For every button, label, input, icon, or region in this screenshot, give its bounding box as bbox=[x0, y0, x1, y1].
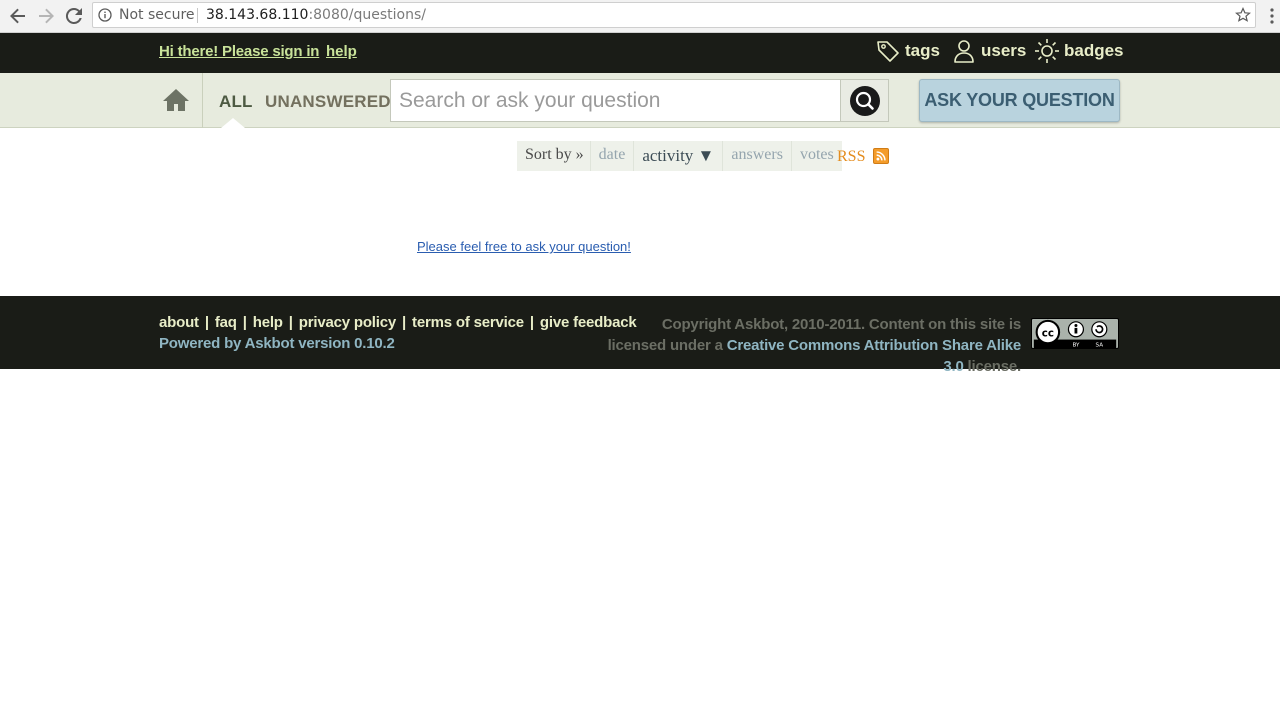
cc-sa-text: SA bbox=[1096, 343, 1104, 349]
nav-tags[interactable]: tags bbox=[875, 38, 940, 64]
copyright-suffix: license. bbox=[963, 358, 1022, 375]
scope-unanswered-tab[interactable]: UNANSWERED bbox=[265, 92, 391, 112]
cc-license-badge[interactable]: cc BY SA bbox=[1031, 318, 1119, 349]
address-bar[interactable]: Not secure 38.143.68.110:8080/questions/ bbox=[92, 2, 1256, 28]
browser-chrome: Not secure 38.143.68.110:8080/questions/ bbox=[0, 0, 1280, 33]
tag-icon bbox=[877, 41, 899, 62]
sort-tab-answers[interactable]: answers bbox=[722, 141, 791, 171]
active-scope-caret bbox=[221, 118, 245, 128]
cc-by-text: BY bbox=[1072, 343, 1080, 349]
badge-icon bbox=[1035, 39, 1059, 63]
footer-help-link[interactable]: help bbox=[253, 314, 283, 331]
footer-privacy-link[interactable]: privacy policy bbox=[299, 314, 396, 331]
scope-all-tab[interactable]: ALL bbox=[219, 92, 253, 112]
divider bbox=[197, 8, 198, 23]
copyright-text: Copyright Askbot, 2010-2011. Content on … bbox=[601, 314, 1022, 377]
reload-button[interactable] bbox=[62, 4, 86, 28]
url-text[interactable]: 38.143.68.110:8080/questions/ bbox=[206, 7, 426, 23]
forward-button[interactable] bbox=[34, 4, 58, 28]
nav-tags-label: tags bbox=[905, 41, 940, 60]
security-label: Not secure bbox=[119, 7, 195, 23]
ask-question-button[interactable]: ASK YOUR QUESTION bbox=[919, 79, 1120, 122]
user-icon bbox=[954, 40, 974, 63]
sort-tab-date[interactable]: date bbox=[589, 141, 634, 171]
url-host: 38.143.68.110 bbox=[206, 7, 309, 23]
sort-label: Sort by » bbox=[517, 141, 590, 171]
info-icon[interactable] bbox=[98, 8, 112, 22]
empty-ask-link[interactable]: Please feel free to ask your question! bbox=[417, 239, 631, 254]
powered-by[interactable]: Powered by Askbot version 0.10.2 bbox=[159, 335, 395, 352]
rss-icon[interactable] bbox=[873, 148, 889, 164]
help-link[interactable]: help bbox=[326, 43, 357, 60]
divider: | bbox=[288, 314, 293, 331]
home-icon[interactable] bbox=[162, 87, 190, 113]
search-icon bbox=[849, 85, 880, 116]
nav-users-label: users bbox=[981, 41, 1027, 60]
cc-badge-text: cc bbox=[1042, 327, 1054, 339]
nav-users[interactable]: users bbox=[951, 38, 1026, 64]
bookmark-star-icon[interactable] bbox=[1235, 7, 1251, 23]
divider bbox=[202, 73, 203, 128]
nav-badges-label: badges bbox=[1064, 41, 1124, 60]
sort-bar: Sort by » date activity ▼ answers votes bbox=[517, 141, 842, 171]
site-footer: about | faq | help | privacy policy | terms of s… bbox=[0, 296, 1280, 375]
search-band: ALL UNANSWERED ASK YOUR QUESTION bbox=[0, 73, 1280, 128]
search-button[interactable] bbox=[840, 79, 889, 122]
sort-tab-activity[interactable]: activity ▼ bbox=[633, 141, 723, 171]
divider: | bbox=[242, 314, 247, 331]
signin-link[interactable]: Hi there! Please sign in bbox=[159, 43, 319, 60]
footer-terms-link[interactable]: terms of service bbox=[412, 314, 524, 331]
back-arrow-icon bbox=[10, 8, 25, 24]
sort-tab-votes[interactable]: votes bbox=[790, 141, 842, 171]
rss-link[interactable]: RSS bbox=[837, 148, 865, 166]
divider: | bbox=[204, 314, 209, 331]
divider: | bbox=[529, 314, 534, 331]
footer-about-link[interactable]: about bbox=[159, 314, 199, 331]
site-topbar: Hi there! Please sign in help tags users… bbox=[0, 33, 1280, 73]
search-input[interactable] bbox=[390, 79, 841, 122]
footer-faq-link[interactable]: faq bbox=[215, 314, 237, 331]
url-path: :8080/questions/ bbox=[308, 7, 426, 23]
reload-icon bbox=[65, 7, 82, 24]
footer-links: about | faq | help | privacy policy | terms of s… bbox=[159, 314, 637, 331]
browser-menu-icon[interactable] bbox=[1270, 8, 1274, 24]
nav-badges[interactable]: badges bbox=[1034, 38, 1124, 64]
back-button[interactable] bbox=[6, 4, 30, 28]
forward-arrow-icon bbox=[39, 8, 54, 24]
divider: | bbox=[402, 314, 407, 331]
